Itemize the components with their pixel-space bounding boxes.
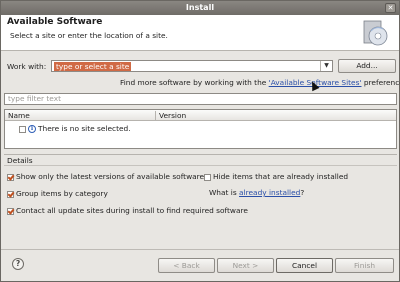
- page-description: Select a site or enter the location of a…: [10, 31, 168, 40]
- banner: Available Software Select a site or ente…: [1, 15, 399, 51]
- row-checkbox[interactable]: [19, 125, 26, 133]
- install-dialog: Install ✕ Available Software Select a si…: [0, 0, 400, 282]
- what-is-installed-text: What is already installed?: [209, 188, 304, 198]
- close-icon[interactable]: ✕: [385, 3, 396, 13]
- back-button[interactable]: < Back: [158, 258, 215, 273]
- finish-button[interactable]: Finish: [335, 258, 394, 273]
- page-title: Available Software: [7, 17, 103, 27]
- group-by-category-label: Group items by category: [16, 189, 108, 198]
- hide-installed-option[interactable]: Hide items that are already installed: [204, 172, 348, 182]
- cancel-button[interactable]: Cancel: [276, 258, 333, 273]
- already-installed-link[interactable]: already installed: [239, 188, 300, 197]
- what-is-prefix: What is: [209, 188, 240, 197]
- contact-sites-label: Contact all update sites during install …: [16, 206, 248, 215]
- contact-sites-option[interactable]: Contact all update sites during install …: [7, 206, 248, 216]
- help-icon[interactable]: ?: [12, 258, 24, 270]
- latest-versions-option[interactable]: Show only the latest versions of availab…: [7, 172, 204, 182]
- software-cd-icon: [363, 20, 388, 46]
- table-row[interactable]: i There is no site selected.: [19, 124, 131, 134]
- software-table[interactable]: Name Version i There is no site selected.: [4, 109, 397, 149]
- title-bar: Install ✕: [1, 1, 399, 15]
- group-by-category-option[interactable]: Group items by category: [7, 189, 108, 199]
- what-is-suffix: ?: [300, 188, 305, 197]
- work-with-label: Work with:: [7, 62, 47, 71]
- button-bar-divider: [1, 249, 399, 250]
- contact-sites-checkbox[interactable]: [7, 207, 14, 215]
- chevron-down-icon[interactable]: ▼: [320, 61, 332, 71]
- details-label: Details: [7, 156, 33, 165]
- window-title: Install: [185, 3, 215, 12]
- find-more-text: Find more software by working with the '…: [120, 78, 400, 87]
- group-by-category-checkbox[interactable]: [7, 190, 14, 198]
- column-name[interactable]: Name: [5, 110, 30, 121]
- details-divider: [4, 154, 397, 155]
- filter-input[interactable]: type filter text: [4, 93, 397, 105]
- next-button[interactable]: Next >: [217, 258, 274, 273]
- find-more-suffix: preferences.: [363, 78, 400, 87]
- row-label: There is no site selected.: [38, 124, 131, 133]
- find-more-prefix: Find more software by working with the: [120, 78, 269, 87]
- latest-versions-checkbox[interactable]: [7, 173, 14, 181]
- hide-installed-checkbox[interactable]: [204, 173, 211, 181]
- work-with-combo[interactable]: type or select a site ▼: [51, 60, 333, 72]
- latest-versions-label: Show only the latest versions of availab…: [16, 172, 205, 181]
- add-site-button[interactable]: Add...: [338, 59, 396, 73]
- table-header: Name Version: [5, 110, 396, 121]
- hide-installed-label: Hide items that are already installed: [213, 172, 349, 181]
- work-with-input[interactable]: type or select a site: [54, 62, 132, 71]
- column-version[interactable]: Version: [156, 110, 186, 121]
- info-icon: i: [28, 125, 36, 133]
- details-divider-bottom: [4, 165, 397, 166]
